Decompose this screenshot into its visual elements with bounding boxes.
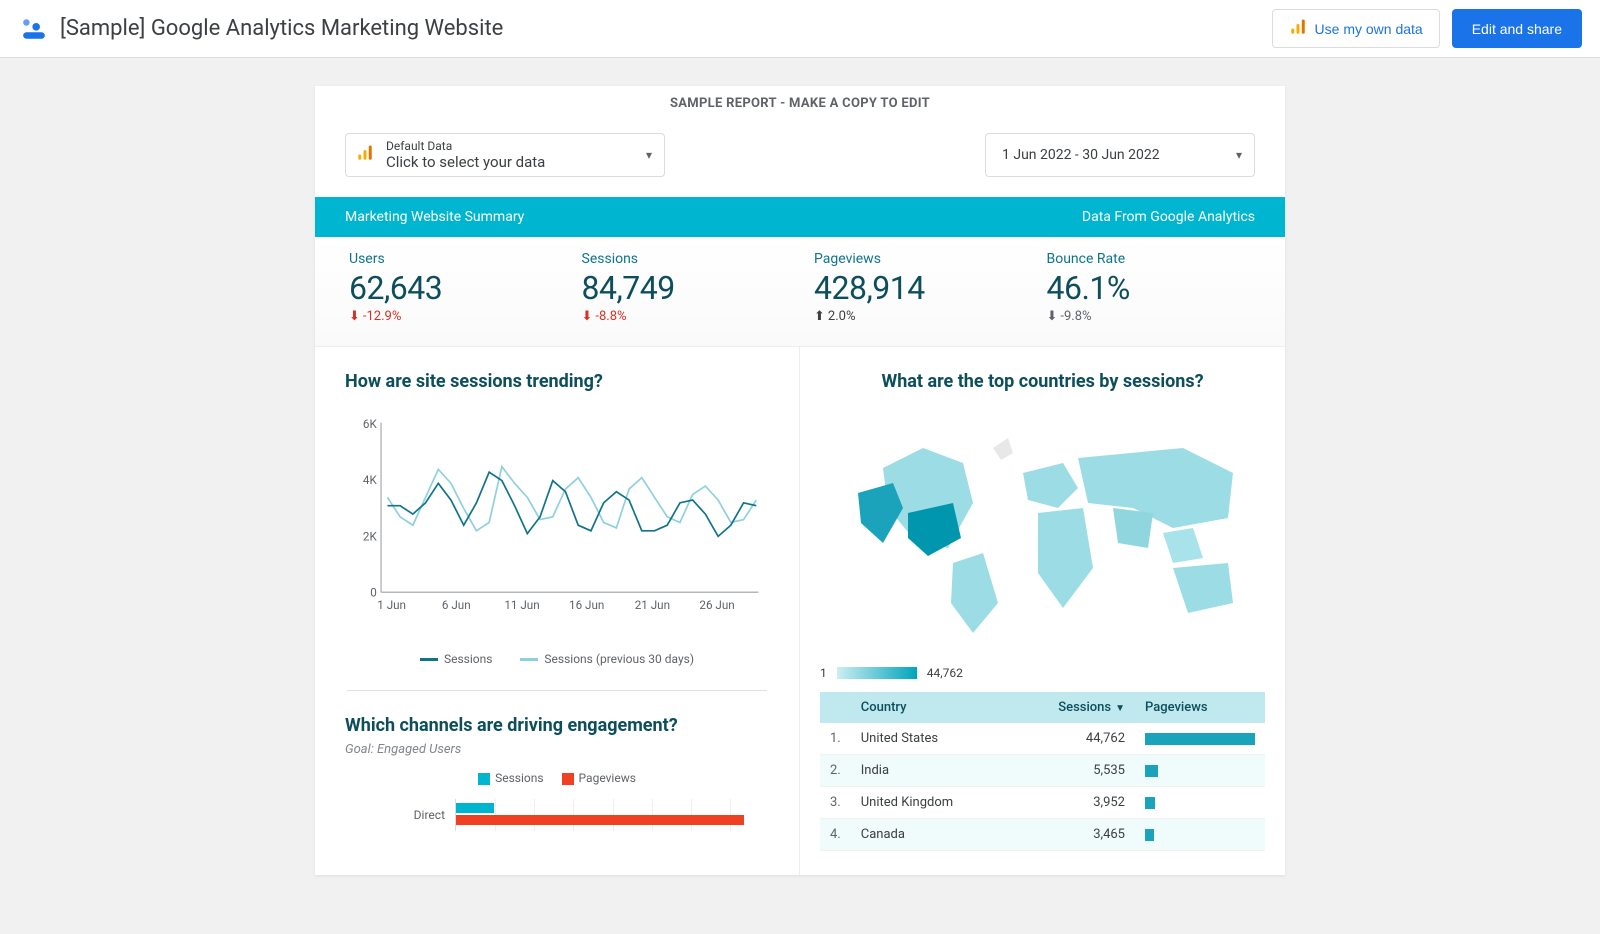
arrow-up-icon: ⬆: [814, 309, 825, 324]
kpi-row: Users 62,643 ⬇-12.9% Sessions 84,749 ⬇-8…: [315, 237, 1285, 347]
channels-title: Which channels are driving engagement?: [345, 715, 769, 736]
right-column: What are the top countries by sessions?: [800, 347, 1285, 875]
left-column: How are site sessions trending? 0 2K 4K …: [315, 347, 800, 875]
table-row[interactable]: 3.United Kingdom3,952: [820, 787, 1265, 819]
svg-text:26 Jun: 26 Jun: [699, 598, 734, 612]
top-bar: [Sample] Google Analytics Marketing Webs…: [0, 0, 1600, 58]
chevron-down-icon: ▾: [1236, 148, 1242, 162]
countries-title: What are the top countries by sessions?: [820, 371, 1265, 392]
svg-text:6 Jun: 6 Jun: [442, 598, 471, 612]
use-my-own-data-button[interactable]: Use my own data: [1272, 9, 1440, 48]
col-pageviews[interactable]: Pageviews: [1135, 692, 1265, 723]
edit-and-share-button[interactable]: Edit and share: [1452, 9, 1582, 48]
table-row[interactable]: 2.India5,535: [820, 755, 1265, 787]
data-source-note: Data From Google Analytics: [1082, 209, 1255, 225]
kpi-pageviews: Pageviews 428,914 ⬆2.0%: [800, 251, 1033, 324]
data-source-select[interactable]: Default Data Click to select your data ▾: [345, 133, 665, 177]
svg-text:0: 0: [370, 585, 377, 599]
channels-legend: Sessions Pageviews: [345, 771, 769, 785]
table-row[interactable]: 4.Canada3,465: [820, 819, 1265, 851]
scale-gradient: [837, 667, 917, 679]
section-header-bar: Marketing Website Summary Data From Goog…: [315, 197, 1285, 237]
date-range-label: 1 Jun 2022 - 30 Jun 2022: [1002, 147, 1160, 163]
controls-row: Default Data Click to select your data ▾…: [315, 121, 1285, 197]
channels-subtitle: Goal: Engaged Users: [345, 742, 769, 757]
chevron-down-icon: ▾: [646, 148, 652, 162]
data-source-line2: Click to select your data: [386, 153, 545, 171]
looker-studio-logo-icon: [18, 13, 50, 45]
svg-text:16 Jun: 16 Jun: [569, 598, 604, 612]
analytics-icon: [1289, 18, 1307, 39]
date-range-select[interactable]: 1 Jun 2022 - 30 Jun 2022 ▾: [985, 133, 1255, 177]
col-sessions[interactable]: Sessions▼: [1045, 692, 1135, 723]
arrow-down-icon: ⬇: [349, 309, 360, 324]
svg-text:2K: 2K: [363, 529, 378, 543]
svg-text:4K: 4K: [363, 473, 378, 487]
country-table[interactable]: Country Sessions▼ Pageviews 1.United Sta…: [820, 692, 1265, 851]
sessions-trend-title: How are site sessions trending?: [345, 371, 769, 392]
use-my-own-data-label: Use my own data: [1315, 21, 1423, 37]
channels-bar-chart[interactable]: Direct: [345, 799, 769, 831]
svg-text:11 Jun: 11 Jun: [504, 598, 539, 612]
svg-text:1 Jun: 1 Jun: [377, 598, 406, 612]
kpi-bounce-rate: Bounce Rate 46.1% ⬇-9.8%: [1033, 251, 1266, 324]
arrow-down-icon: ⬇: [582, 309, 593, 324]
data-source-line1: Default Data: [386, 139, 545, 153]
kpi-sessions: Sessions 84,749 ⬇-8.8%: [568, 251, 801, 324]
line-chart-legend: Sessions Sessions (previous 30 days): [345, 652, 769, 666]
section-title: Marketing Website Summary: [345, 209, 524, 225]
analytics-icon: [356, 144, 374, 166]
channel-label: Direct: [345, 808, 455, 822]
page-title: [Sample] Google Analytics Marketing Webs…: [60, 16, 1272, 41]
report-canvas: SAMPLE REPORT - MAKE A COPY TO EDIT Defa…: [315, 86, 1285, 875]
sample-banner: SAMPLE REPORT - MAKE A COPY TO EDIT: [315, 86, 1285, 121]
kpi-users: Users 62,643 ⬇-12.9%: [335, 251, 568, 324]
col-country[interactable]: Country: [851, 692, 1045, 723]
sort-desc-icon: ▼: [1115, 703, 1125, 714]
map-scale: 1 44,762: [820, 666, 1265, 680]
channel-bars: [455, 799, 769, 831]
world-map-chart[interactable]: [820, 408, 1265, 662]
svg-text:21 Jun: 21 Jun: [635, 598, 670, 612]
channel-row: Direct: [345, 799, 769, 831]
svg-text:6K: 6K: [363, 417, 378, 431]
table-row[interactable]: 1.United States44,762: [820, 723, 1265, 755]
arrow-down-icon: ⬇: [1047, 309, 1058, 324]
sessions-line-chart[interactable]: 0 2K 4K 6K 1 Jun 6 Jun 11 Jun 16 Jun 21 …: [345, 408, 769, 628]
